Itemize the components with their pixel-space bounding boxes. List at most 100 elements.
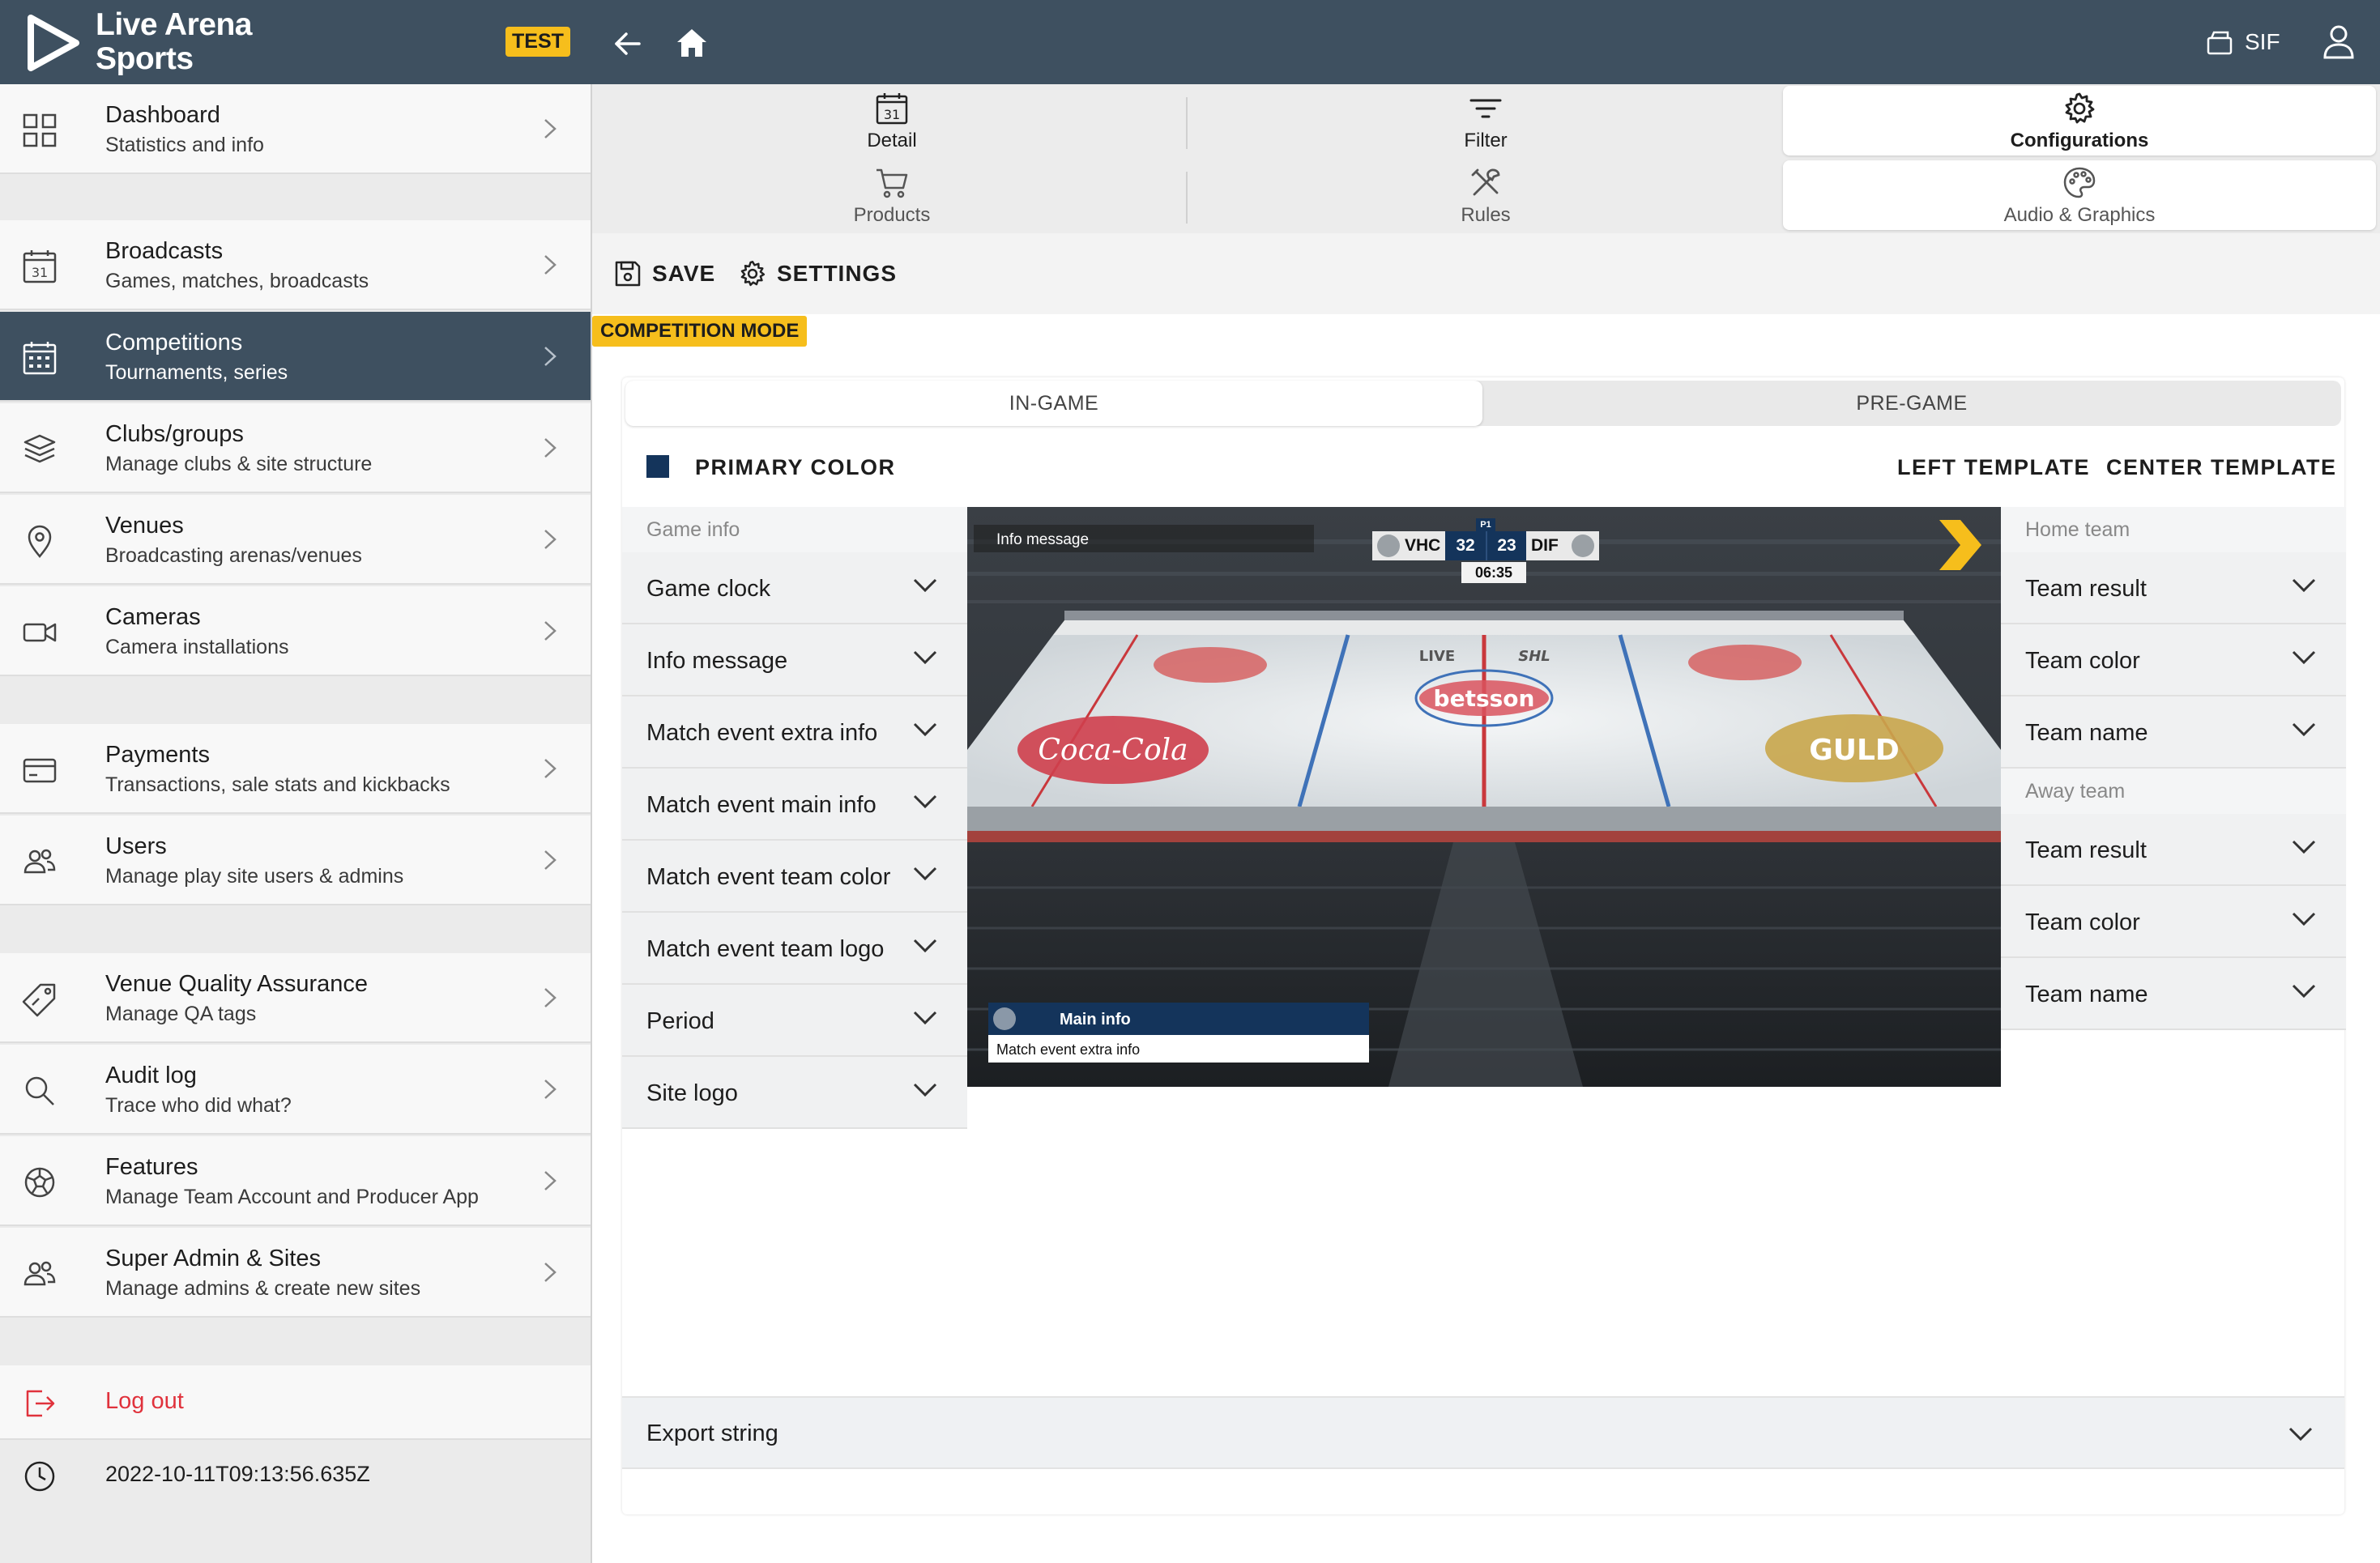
ice-ad-guld: GULD: [1809, 734, 1900, 767]
match-event-team-logo: [993, 1007, 1016, 1030]
home-team-item[interactable]: Team name: [2001, 696, 2346, 769]
tab-filter[interactable]: Filter: [1189, 86, 1782, 155]
video-camera-icon: [23, 623, 57, 642]
gear-icon: [740, 261, 766, 287]
svg-text:31: 31: [884, 107, 900, 122]
chevron-right-icon: [544, 530, 557, 549]
tab-detail[interactable]: 31 Detail: [595, 86, 1188, 155]
home-team-item[interactable]: Team color: [2001, 624, 2346, 696]
logout-icon: [26, 1390, 55, 1417]
site-name[interactable]: SIF: [2245, 29, 2280, 55]
row-label: Team color: [2025, 909, 2140, 935]
environment-badge: TEST: [505, 27, 570, 57]
chevron-right-icon: [544, 1080, 557, 1099]
sidebar-item-broadcasts[interactable]: 31 Broadcasts Games, matches, broadcasts: [0, 220, 591, 310]
home-team-logo: [1377, 534, 1400, 557]
row-label: Team name: [2025, 981, 2148, 1007]
row-label: Team name: [2025, 719, 2148, 746]
sidebar: Live Arena Sports TEST Dashboard Statist…: [0, 0, 592, 1563]
cart-icon: [877, 168, 908, 198]
row-label: Match event extra info: [646, 719, 878, 746]
sidebar-item-title: Features: [105, 1154, 198, 1180]
game-info-item[interactable]: Game clock: [622, 552, 967, 624]
chevron-down-icon: [913, 650, 937, 665]
row-label: Site logo: [646, 1080, 738, 1106]
sidebar-item-cameras[interactable]: Cameras Camera installations: [0, 586, 591, 676]
sidebar-item-users[interactable]: Users Manage play site users & admins: [0, 816, 591, 905]
sidebar-item-title: Dashboard: [105, 102, 220, 128]
period-indicator: P1: [1476, 518, 1495, 531]
center-template-button[interactable]: CENTER TEMPLATE: [2106, 455, 2337, 480]
graphics-preview: betsson Coca-Cola GULD LIVE SHL Info mes…: [967, 507, 2001, 1087]
export-string-accordion[interactable]: Export string: [622, 1396, 2344, 1469]
tab-audio-graphics[interactable]: Audio & Graphics: [1783, 160, 2376, 230]
chevron-right-icon: [544, 119, 557, 138]
sidebar-item-clubs-groups[interactable]: Clubs/groups Manage clubs & site structu…: [0, 403, 591, 493]
away-team-item[interactable]: Team color: [2001, 886, 2346, 958]
chevron-down-icon: [2292, 912, 2316, 926]
match-event-extra-overlay: Match event extra info: [988, 1035, 1369, 1063]
sidebar-item-payments[interactable]: Payments Transactions, sale stats and ki…: [0, 724, 591, 814]
sidebar-item-competitions[interactable]: Competitions Tournaments, series: [0, 312, 591, 402]
brand-name-line1: Live Arena: [96, 7, 252, 42]
home-icon[interactable]: [675, 26, 709, 60]
action-bar: SAVE SETTINGS: [592, 233, 2380, 314]
game-info-item[interactable]: Match event main info: [622, 769, 967, 841]
users-icon: [23, 849, 56, 874]
sidebar-item-dashboard[interactable]: Dashboard Statistics and info: [0, 84, 591, 174]
game-info-item[interactable]: Site logo: [622, 1057, 967, 1129]
primary-color-swatch[interactable]: [646, 455, 669, 478]
chevron-right-icon: [544, 438, 557, 458]
soccer-ball-icon: [24, 1167, 55, 1198]
left-template-button[interactable]: LEFT TEMPLATE: [1897, 455, 2090, 480]
sidebar-item-subtitle: Transactions, sale stats and kickbacks: [105, 773, 450, 796]
clock-icon: [24, 1461, 55, 1492]
away-team-item[interactable]: Team result: [2001, 814, 2346, 886]
away-team-logo: [1572, 534, 1594, 557]
game-info-item[interactable]: Match event team color: [622, 841, 967, 913]
away-team-group-label: Away team: [2001, 769, 2346, 814]
game-info-item[interactable]: Match event extra info: [622, 696, 967, 769]
segment-in-game[interactable]: IN-GAME: [625, 381, 1482, 426]
tab-configurations[interactable]: Configurations: [1783, 86, 2376, 155]
tab-rules[interactable]: Rules: [1189, 160, 1782, 230]
save-button[interactable]: SAVE: [613, 258, 735, 290]
user-account-icon[interactable]: [2321, 23, 2357, 60]
back-arrow-icon[interactable]: [612, 28, 644, 60]
tab-products[interactable]: Products: [595, 160, 1188, 230]
sidebar-item-super-admin[interactable]: Super Admin & Sites Manage admins & crea…: [0, 1228, 591, 1318]
logout-button[interactable]: Log out: [0, 1365, 591, 1440]
chevron-right-icon: [544, 347, 557, 366]
home-team-score: 32: [1445, 531, 1486, 560]
away-team-item[interactable]: Team name: [2001, 958, 2346, 1030]
chevron-right-icon: [544, 759, 557, 778]
home-team-item[interactable]: Team result: [2001, 552, 2346, 624]
sidebar-item-features[interactable]: Features Manage Team Account and Produce…: [0, 1136, 591, 1226]
game-info-item[interactable]: Match event team logo: [622, 913, 967, 985]
sidebar-item-venue-qa[interactable]: Venue Quality Assurance Manage QA tags: [0, 953, 591, 1043]
sidebar-item-subtitle: Manage admins & create new sites: [105, 1277, 421, 1300]
tab-label: Audio & Graphics: [2003, 204, 2156, 226]
sidebar-item-subtitle: Manage Team Account and Producer App: [105, 1186, 479, 1208]
sidebar-item-subtitle: Manage play site users & admins: [105, 865, 404, 888]
chevron-down-icon: [913, 1011, 937, 1025]
segment-pre-game[interactable]: PRE-GAME: [1482, 381, 2341, 426]
chevron-right-icon: [544, 1263, 557, 1282]
sidebar-item-title: Audit log: [105, 1063, 197, 1088]
primary-color-label[interactable]: PRIMARY COLOR: [695, 455, 896, 480]
game-info-item[interactable]: Info message: [622, 624, 967, 696]
home-team-group-label: Home team: [2001, 507, 2346, 552]
calendar-31-icon: 31: [876, 93, 908, 125]
sidebar-item-audit-log[interactable]: Audit log Trace who did what?: [0, 1045, 591, 1135]
site-switch-icon[interactable]: [2206, 30, 2233, 56]
game-info-item[interactable]: Period: [622, 985, 967, 1057]
chevron-right-icon: [544, 1171, 557, 1190]
chevron-right-icon: [544, 621, 557, 641]
calendar-grid-icon: [23, 342, 57, 375]
chevron-down-icon: [913, 578, 937, 593]
settings-button[interactable]: SETTINGS: [738, 258, 900, 290]
match-event-main-text: Main info: [1060, 1011, 1131, 1029]
home-team-abbr: VHC: [1405, 536, 1441, 555]
sidebar-item-venues[interactable]: Venues Broadcasting arenas/venues: [0, 495, 591, 585]
timestamp-text: 2022-10-11T09:13:56.635Z: [105, 1462, 370, 1486]
